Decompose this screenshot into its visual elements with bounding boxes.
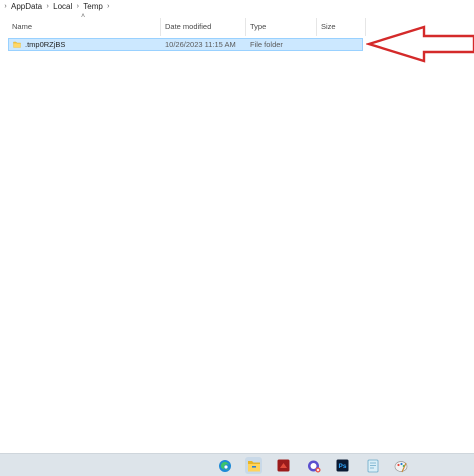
breadcrumb: › AppData › Local › Temp › [0,0,474,14]
snipping-tool-icon [307,460,320,472]
taskbar-app-file-explorer[interactable] [245,457,262,474]
taskbar-app-photoshop[interactable]: Ps [334,457,351,474]
file-explorer-window: › AppData › Local › Temp › Name Date mod… [0,0,474,476]
chevron-right-icon[interactable]: › [43,0,52,14]
file-name: .tmp0RZjBS [25,40,66,49]
taskbar-app-paint[interactable] [392,457,409,474]
taskbar: Ps [0,453,474,476]
file-type: File folder [250,40,283,49]
sort-ascending-icon: ˄ [81,13,86,20]
edge-icon [218,459,231,472]
paint-icon [394,460,407,472]
taskbar-app-notepad[interactable] [364,457,381,474]
column-header-date-modified[interactable]: Date modified [161,18,246,36]
table-row[interactable]: .tmp0RZjBS 10/26/2023 11:15 AM File fold… [8,38,363,51]
file-date-modified: 10/26/2023 11:15 AM [165,40,236,49]
column-header-size[interactable]: Size [317,18,366,36]
chevron-right-icon[interactable]: › [1,0,10,14]
chevron-right-icon[interactable]: › [73,0,82,14]
file-explorer-icon [247,460,260,471]
taskbar-app-red[interactable] [275,457,292,474]
taskbar-app-edge[interactable] [216,457,233,474]
red-app-icon [277,459,290,472]
breadcrumb-item-appdata[interactable]: AppData [10,0,43,14]
chevron-right-icon[interactable]: › [104,0,113,14]
svg-text:Ps: Ps [339,463,347,470]
notepad-icon [367,459,378,472]
breadcrumb-item-local[interactable]: Local [52,0,73,14]
photoshop-icon: Ps [336,459,349,472]
taskbar-app-snipping-tool[interactable] [305,457,322,474]
column-header-row: Name Date modified Type Size [0,18,366,36]
column-header-name[interactable]: Name [8,18,161,36]
annotation-arrow [366,25,474,63]
breadcrumb-item-temp[interactable]: Temp [82,0,104,14]
column-header-type[interactable]: Type [246,18,317,36]
folder-icon [13,41,21,48]
